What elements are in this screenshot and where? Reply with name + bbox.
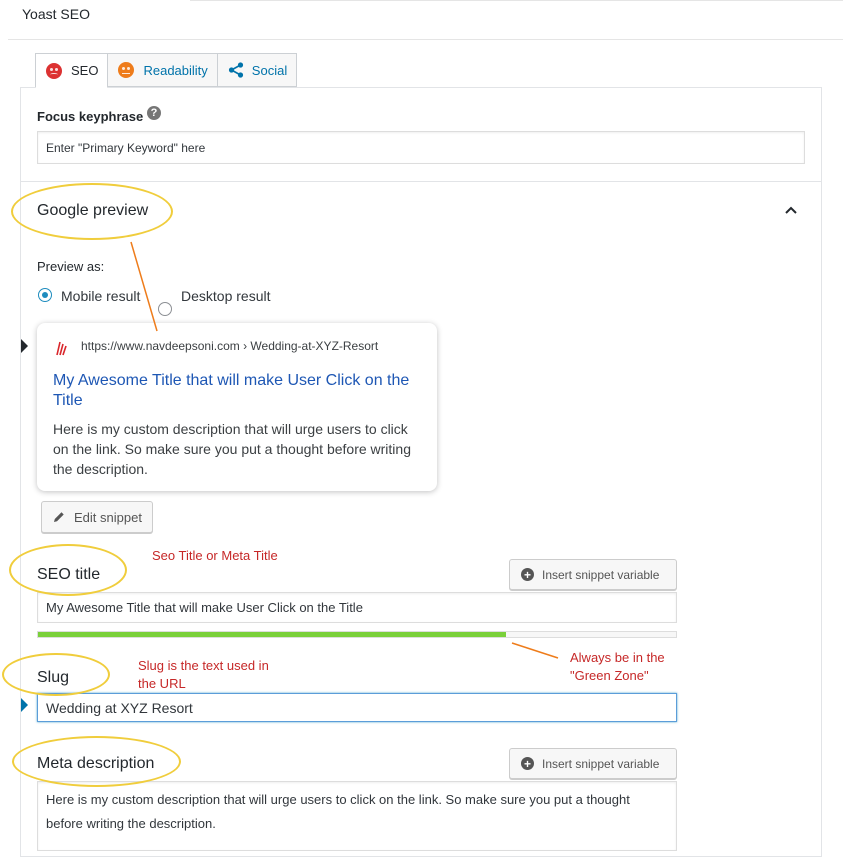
annotation-arrows — [130, 241, 559, 659]
preview-arrow — [130, 241, 158, 332]
green-zone-arrow — [511, 642, 559, 659]
